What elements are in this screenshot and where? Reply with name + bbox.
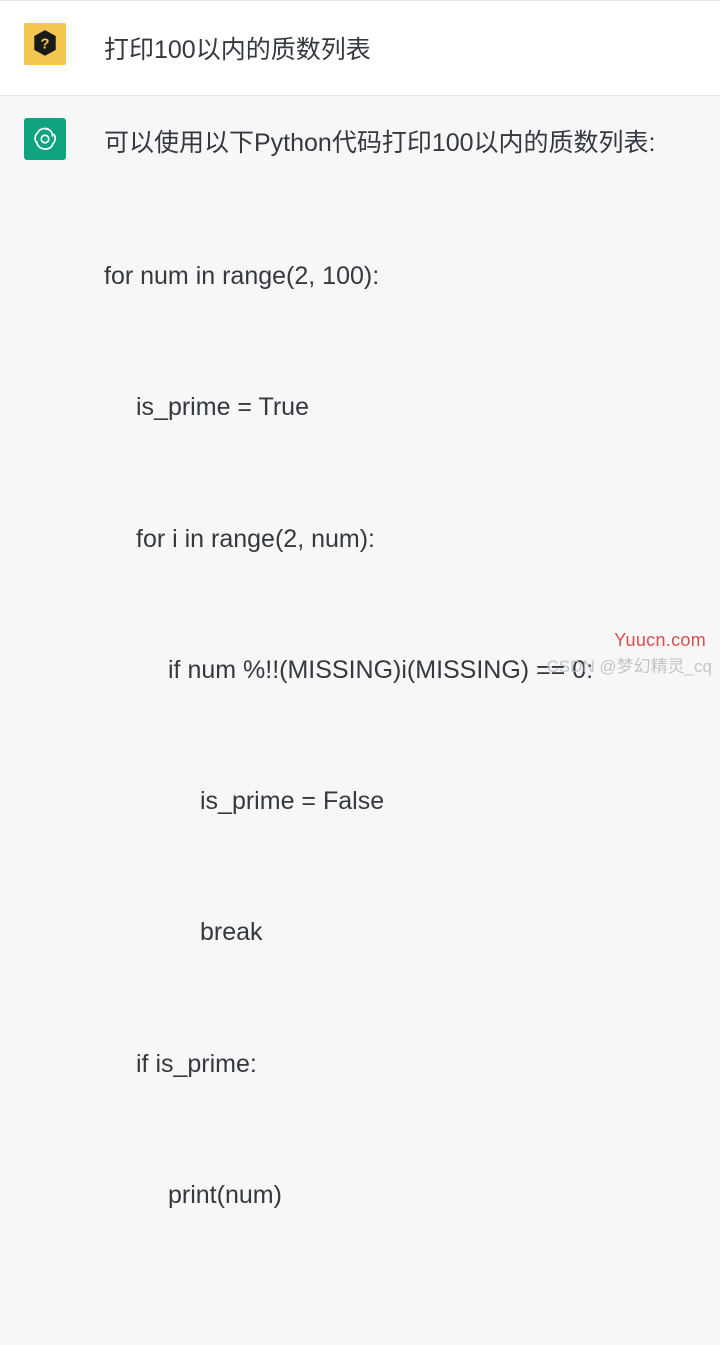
code-line: print(num): [104, 1174, 696, 1218]
assistant-message-block: 可以使用以下Python代码打印100以内的质数列表: for num in r…: [0, 96, 720, 1345]
watermark-red: Yuucn.com: [614, 630, 706, 651]
assistant-message-content: 可以使用以下Python代码打印100以内的质数列表: for num in r…: [104, 118, 696, 1305]
code-line: is_prime = False: [104, 780, 696, 824]
user-message-text: 打印100以内的质数列表: [104, 23, 696, 73]
user-avatar: ?: [24, 23, 66, 65]
code-line: if is_prime:: [104, 1043, 696, 1087]
answer-intro-text: 可以使用以下Python代码打印100以内的质数列表:: [104, 122, 696, 166]
assistant-avatar: [24, 118, 66, 160]
code-line: for i in range(2, num):: [104, 518, 696, 562]
code-block: for num in range(2, 100): is_prime = Tru…: [104, 168, 696, 1306]
code-line: is_prime = True: [104, 386, 696, 430]
question-mark-icon: ?: [32, 29, 58, 59]
code-line: break: [104, 911, 696, 955]
watermark-grey: CSDN @梦幻精灵_cq: [546, 652, 712, 677]
code-line: for num in range(2, 100):: [104, 255, 696, 299]
svg-text:?: ?: [40, 35, 49, 52]
openai-logo-icon: [30, 124, 60, 154]
user-message-block: ? 打印100以内的质数列表: [0, 1, 720, 96]
